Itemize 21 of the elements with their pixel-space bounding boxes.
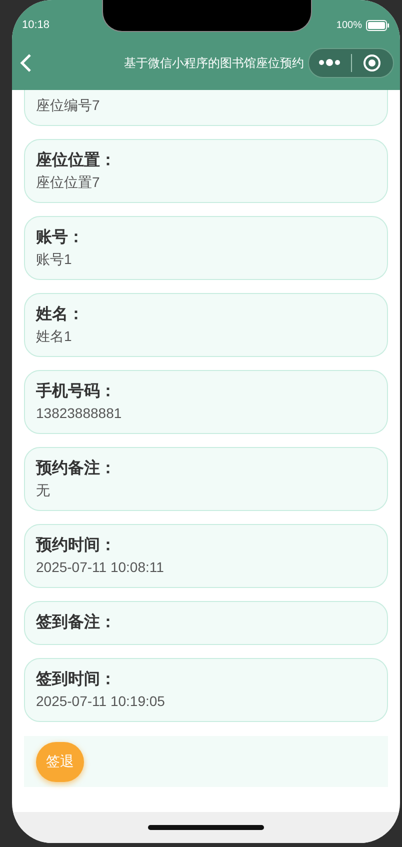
field-label: 账号： <box>36 228 85 248</box>
field-value: 座位编号7 <box>36 96 101 114</box>
field-label: 预约时间： <box>36 536 117 556</box>
status-time: 10:18 <box>22 18 50 33</box>
field-value: 13823888881 <box>36 404 123 423</box>
field-value: 无 <box>36 481 51 500</box>
field-value: 2025-07-11 10:08:11 <box>36 558 165 577</box>
battery-icon <box>366 20 389 30</box>
field-label: 签到时间： <box>36 670 117 690</box>
field-label: 手机号码： <box>36 381 117 402</box>
field-label: 座位位置： <box>36 150 117 171</box>
field-value: 账号1 <box>36 250 73 269</box>
field-label: 预约备注： <box>36 458 117 479</box>
battery-level: 100% <box>336 18 362 32</box>
field-label: 签到备注： <box>36 612 117 633</box>
field-value: 2025-07-11 10:19:05 <box>36 692 166 711</box>
field-label: 姓名： <box>36 304 85 325</box>
page-title: 基于微信小程序的图书馆座位预约 <box>124 54 304 72</box>
field-value: 座位位置7 <box>36 173 101 192</box>
field-value: 姓名1 <box>36 327 73 346</box>
sign-out-button[interactable]: 签退 <box>36 742 84 782</box>
